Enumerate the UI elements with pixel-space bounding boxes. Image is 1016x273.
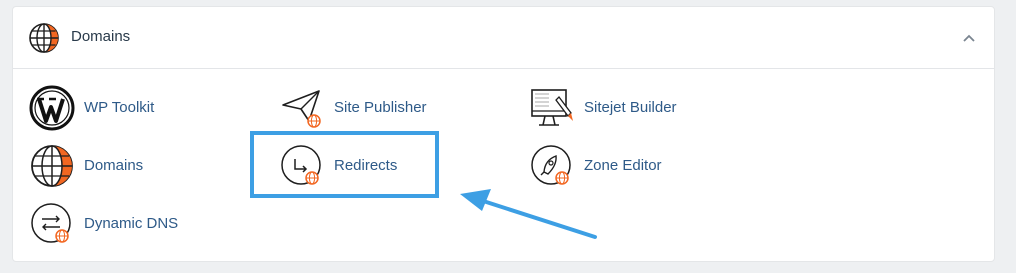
item-label: Domains	[84, 157, 144, 174]
rocket-icon	[531, 145, 571, 185]
globe-icon	[29, 23, 59, 53]
monitor-brush-icon	[531, 89, 573, 126]
globe-icon	[31, 145, 73, 187]
item-label: WP Toolkit	[84, 99, 155, 116]
item-label: Site Publisher	[334, 99, 427, 116]
pointer-arrow-icon	[460, 189, 597, 239]
item-label: Sitejet Builder	[584, 99, 677, 116]
panel-header[interactable]: Domains	[13, 7, 994, 69]
swap-arrows-icon	[31, 203, 71, 243]
chevron-up-icon[interactable]	[958, 27, 980, 49]
highlight-box	[250, 131, 439, 198]
item-label: Zone Editor	[584, 157, 662, 174]
paper-plane-icon	[282, 90, 321, 128]
wordpress-icon	[29, 85, 75, 131]
section-title: Domains	[71, 28, 131, 45]
item-label: Dynamic DNS	[84, 215, 179, 232]
